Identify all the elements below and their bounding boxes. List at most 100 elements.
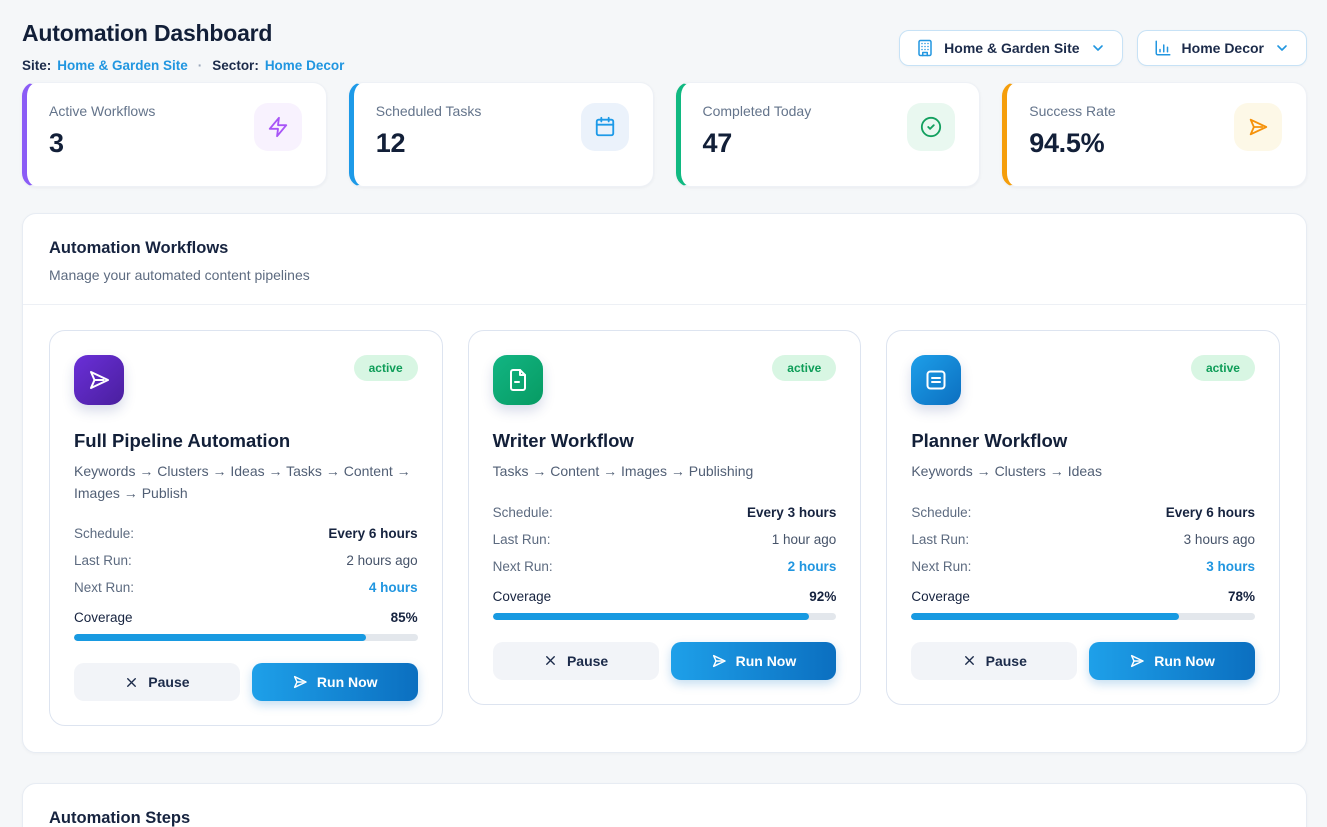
x-icon (962, 653, 977, 668)
schedule-label: Schedule: (911, 505, 971, 520)
send-icon (1129, 653, 1145, 669)
coverage-row: Coverage 92% (493, 589, 837, 604)
check-circle-icon (907, 103, 955, 151)
stat-text: Active Workflows 3 (49, 103, 155, 166)
site-link[interactable]: Home & Garden Site (57, 58, 188, 73)
page-header-left: Automation Dashboard Site: Home & Garden… (22, 20, 344, 73)
schedule-row: Schedule: Every 3 hours (493, 499, 837, 526)
schedule-row: Schedule: Every 6 hours (74, 520, 418, 547)
pause-button-label: Pause (567, 653, 608, 669)
coverage-progress-track (911, 613, 1255, 620)
run-now-button[interactable]: Run Now (1089, 642, 1255, 680)
schedule-value: Every 3 hours (747, 505, 836, 520)
workflow-actions: Pause Run Now (74, 663, 418, 701)
coverage-progress-track (493, 613, 837, 620)
run-now-button-label: Run Now (1154, 653, 1215, 669)
status-badge: active (772, 355, 836, 381)
chevron-down-icon (1090, 40, 1106, 56)
zap-icon (254, 103, 302, 151)
workflow-cards-grid: active Full Pipeline Automation Keywords… (23, 305, 1306, 752)
workflow-description: Keywords → Clusters → Ideas (911, 461, 1255, 483)
bar-chart-icon (1154, 39, 1172, 57)
status-badge: active (354, 355, 418, 381)
workflows-section-title: Automation Workflows (49, 239, 1280, 258)
next-run-label: Next Run: (493, 559, 553, 574)
steps-section-title: Automation Steps (49, 809, 1280, 827)
last-run-row: Last Run: 3 hours ago (911, 526, 1255, 553)
schedule-row: Schedule: Every 6 hours (911, 499, 1255, 526)
stat-card-scheduled-tasks: Scheduled Tasks 12 (349, 82, 654, 187)
site-selector-dropdown[interactable]: Home & Garden Site (899, 30, 1122, 66)
coverage-progress-fill (911, 613, 1179, 620)
send-icon (711, 653, 727, 669)
run-now-button-label: Run Now (317, 674, 378, 690)
stat-value: 3 (49, 128, 155, 159)
steps-panel-header: Automation Steps Configure which steps a… (23, 784, 1306, 827)
next-run-label: Next Run: (911, 559, 971, 574)
building-icon (916, 39, 934, 57)
coverage-progress-fill (74, 634, 366, 641)
coverage-value: 85% (391, 610, 418, 625)
sector-selector-dropdown[interactable]: Home Decor (1137, 30, 1307, 66)
workflow-card-top: active (493, 355, 837, 405)
stat-label: Success Rate (1029, 103, 1115, 119)
last-run-value: 1 hour ago (772, 532, 837, 547)
workflow-card-top: active (911, 355, 1255, 405)
automation-dashboard-page: Automation Dashboard Site: Home & Garden… (0, 0, 1327, 827)
workflow-description: Keywords → Clusters → Ideas → Tasks → Co… (74, 461, 418, 504)
run-now-button[interactable]: Run Now (252, 663, 418, 701)
run-now-button[interactable]: Run Now (671, 642, 837, 680)
site-selector-label: Home & Garden Site (944, 40, 1079, 56)
sector-label: Sector: (212, 58, 259, 73)
sector-link[interactable]: Home Decor (265, 58, 345, 73)
send-icon (1234, 103, 1282, 151)
next-run-value: 2 hours (788, 559, 837, 574)
x-icon (124, 675, 139, 690)
workflow-details: Schedule: Every 3 hours Last Run: 1 hour… (493, 499, 837, 580)
stat-card-success-rate: Success Rate 94.5% (1002, 82, 1307, 187)
stat-card-completed-today: Completed Today 47 (676, 82, 981, 187)
coverage-progress-track (74, 634, 418, 641)
workflow-card-top: active (74, 355, 418, 405)
next-run-value: 4 hours (369, 580, 418, 595)
sector-selector-label: Home Decor (1182, 40, 1264, 56)
chevron-down-icon (1274, 40, 1290, 56)
coverage-label: Coverage (911, 589, 970, 604)
workflow-description: Tasks → Content → Images → Publishing (493, 461, 837, 483)
schedule-label: Schedule: (74, 526, 134, 541)
workflow-card-writer: active Writer Workflow Tasks → Content →… (468, 330, 862, 705)
last-run-row: Last Run: 1 hour ago (493, 526, 837, 553)
next-run-row: Next Run: 4 hours (74, 574, 418, 601)
stat-text: Success Rate 94.5% (1029, 103, 1115, 166)
pause-button[interactable]: Pause (911, 642, 1077, 680)
page-title: Automation Dashboard (22, 20, 344, 47)
stat-value: 12 (376, 128, 482, 159)
pause-button-label: Pause (986, 653, 1027, 669)
coverage-label: Coverage (493, 589, 552, 604)
stat-value: 47 (703, 128, 812, 159)
stats-row: Active Workflows 3 Scheduled Tasks 12 Co… (22, 82, 1307, 187)
coverage-label: Coverage (74, 610, 133, 625)
calendar-icon (581, 103, 629, 151)
send-icon (292, 674, 308, 690)
status-badge: active (1191, 355, 1255, 381)
run-now-button-label: Run Now (736, 653, 797, 669)
pause-button[interactable]: Pause (493, 642, 659, 680)
coverage-progress-fill (493, 613, 809, 620)
pause-button[interactable]: Pause (74, 663, 240, 701)
pause-button-label: Pause (148, 674, 189, 690)
last-run-label: Last Run: (493, 532, 551, 547)
last-run-row: Last Run: 2 hours ago (74, 547, 418, 574)
next-run-row: Next Run: 3 hours (911, 553, 1255, 580)
coverage-row: Coverage 85% (74, 610, 418, 625)
workflow-card-full-pipeline: active Full Pipeline Automation Keywords… (49, 330, 443, 726)
coverage-value: 78% (1228, 589, 1255, 604)
stat-card-active-workflows: Active Workflows 3 (22, 82, 327, 187)
send-icon (74, 355, 124, 405)
stat-label: Scheduled Tasks (376, 103, 482, 119)
file-text-icon (493, 355, 543, 405)
stat-label: Active Workflows (49, 103, 155, 119)
coverage-value: 92% (809, 589, 836, 604)
workflows-panel: Automation Workflows Manage your automat… (22, 213, 1307, 753)
workflow-title: Full Pipeline Automation (74, 430, 418, 452)
